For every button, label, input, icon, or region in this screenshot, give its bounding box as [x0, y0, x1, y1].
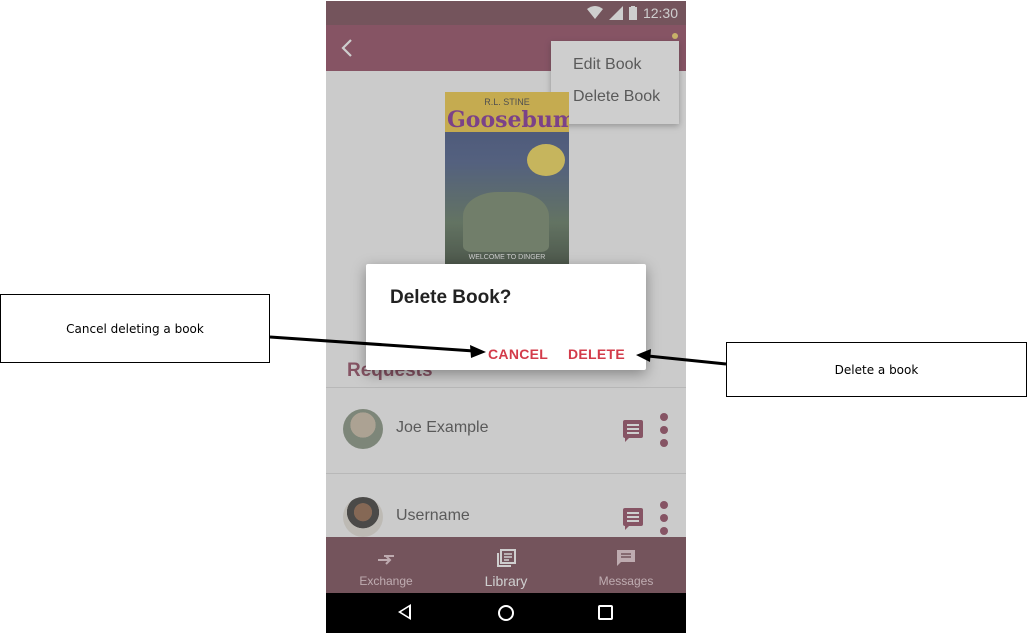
callout-cancel-text: Cancel deleting a book — [66, 321, 204, 336]
callout-cancel-note: Cancel deleting a book — [0, 294, 270, 363]
phone-screen: 12:30 Edit Book Delete Book R.L. STINE G… — [326, 1, 686, 633]
system-recents-icon[interactable] — [598, 605, 613, 620]
delete-dialog: Delete Book? CANCEL DELETE — [366, 264, 646, 370]
callout-delete-note: Delete a book — [726, 342, 1027, 397]
callout-delete-text: Delete a book — [834, 362, 919, 377]
delete-button[interactable]: DELETE — [568, 346, 625, 362]
dialog-title: Delete Book? — [390, 287, 512, 308]
cancel-button[interactable]: CANCEL — [488, 346, 548, 362]
system-back-icon[interactable] — [398, 604, 411, 620]
system-navigation-bar — [326, 593, 686, 633]
system-home-icon[interactable] — [498, 605, 514, 621]
